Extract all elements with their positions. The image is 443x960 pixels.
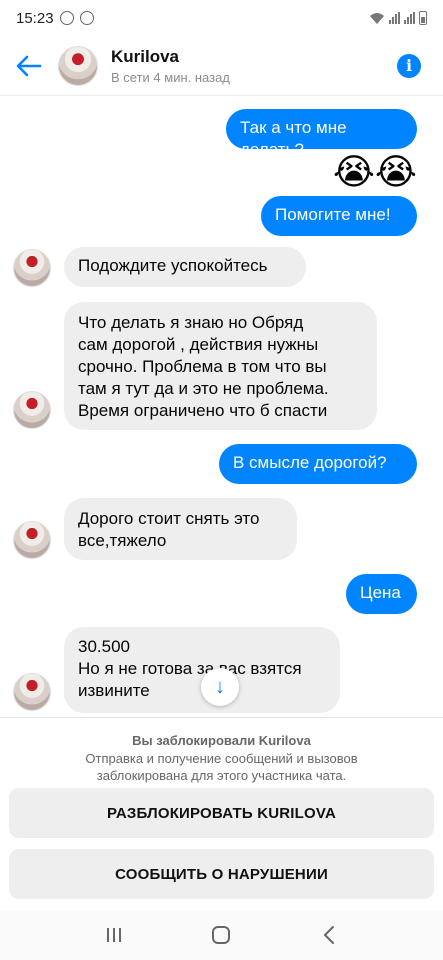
message-incoming[interactable]: Подождите успокойтесь <box>64 247 306 287</box>
unblock-button[interactable]: РАЗБЛОКИРОВАТЬ KURILOVA <box>9 788 434 838</box>
message-text: Так а что мне делать? <box>240 118 347 159</box>
system-nav-bar <box>0 910 443 960</box>
info-button[interactable]: i <box>397 53 421 78</box>
contact-avatar-small[interactable] <box>13 249 51 287</box>
message-outgoing[interactable]: Помогите мне! <box>261 196 417 236</box>
message-outgoing[interactable]: В смысле дорогой? <box>219 444 417 484</box>
wifi-icon <box>370 12 384 24</box>
report-button[interactable]: СООБЩИТЬ О НАРУШЕНИИ <box>9 849 434 899</box>
contact-avatar-small[interactable] <box>13 521 51 559</box>
recent-apps-button[interactable] <box>94 915 134 955</box>
contact-avatar-small[interactable] <box>13 673 51 711</box>
blocked-description: Отправка и получение сообщений и вызовов… <box>85 751 358 783</box>
message-line: Дорого стоит снять это <box>78 509 260 528</box>
scroll-to-bottom-button[interactable]: ↓ <box>201 668 239 706</box>
message-list[interactable]: Так а что мне делать? 😭😭 Помогите мне! П… <box>0 97 443 717</box>
back-nav-button[interactable] <box>309 915 349 955</box>
signal-icon <box>389 12 400 24</box>
message-line: Что делать я знаю но Обряд <box>78 313 304 332</box>
message-line: Время ограничено что б спасти <box>78 401 328 420</box>
message-line: сам дорогой , действия нужны <box>78 335 319 354</box>
info-icon: i <box>405 56 413 75</box>
chat-header: Kurilova В сети 4 мин. назад i <box>0 36 443 96</box>
signal-icon-2 <box>404 12 415 24</box>
arrow-down-icon: ↓ <box>215 675 225 698</box>
contact-avatar[interactable] <box>58 45 98 86</box>
message-text: В смысле дорогой? <box>233 453 387 472</box>
message-outgoing[interactable]: Так а что мне делать? <box>226 109 417 159</box>
message-incoming[interactable]: Дорого стоит снять это все,тяжело <box>64 498 297 560</box>
message-line: Но я не готова за вас взятся <box>78 659 302 678</box>
contact-name: Kurilova <box>111 46 180 66</box>
contact-status: В сети 4 мин. назад <box>111 69 230 85</box>
back-button[interactable] <box>0 36 58 96</box>
message-emoji[interactable]: 😭😭 <box>333 153 417 193</box>
message-text: Помогите мне! <box>275 205 391 224</box>
message-text: Цена <box>360 583 401 602</box>
message-line: все,тяжело <box>78 531 167 550</box>
message-line: срочно. Проблема в том что вы <box>78 357 327 376</box>
blocked-panel: Вы заблокировали Kurilova Отправка и пол… <box>0 717 443 910</box>
status-time: 15:23 <box>16 9 54 27</box>
blocked-title: Вы заблокировали Kurilova <box>132 733 311 748</box>
status-bar: 15:23 <box>0 0 443 36</box>
message-line: 30.500 <box>78 637 130 656</box>
viber-icon <box>59 11 74 25</box>
home-button[interactable] <box>201 915 241 955</box>
contact-avatar-small[interactable] <box>13 391 51 429</box>
back-nav-icon <box>323 926 335 944</box>
recent-apps-icon <box>106 928 121 942</box>
back-arrow-icon <box>16 55 42 76</box>
message-line: там я тут да и это не проблема. <box>78 379 329 398</box>
battery-icon <box>419 11 427 25</box>
contact-info[interactable]: Kurilova В сети 4 мин. назад <box>111 47 230 85</box>
message-incoming[interactable]: 30.500 Но я не готова за вас взятся изви… <box>64 627 340 713</box>
message-outgoing[interactable]: Цена <box>346 574 417 614</box>
crying-emoji: 😭😭 <box>332 152 417 193</box>
home-icon <box>212 926 231 944</box>
message-incoming[interactable]: Что делать я знаю но Обряд сам дорогой ,… <box>64 302 377 430</box>
message-text: Подождите успокойтесь <box>78 256 268 275</box>
messenger-icon <box>79 11 94 25</box>
